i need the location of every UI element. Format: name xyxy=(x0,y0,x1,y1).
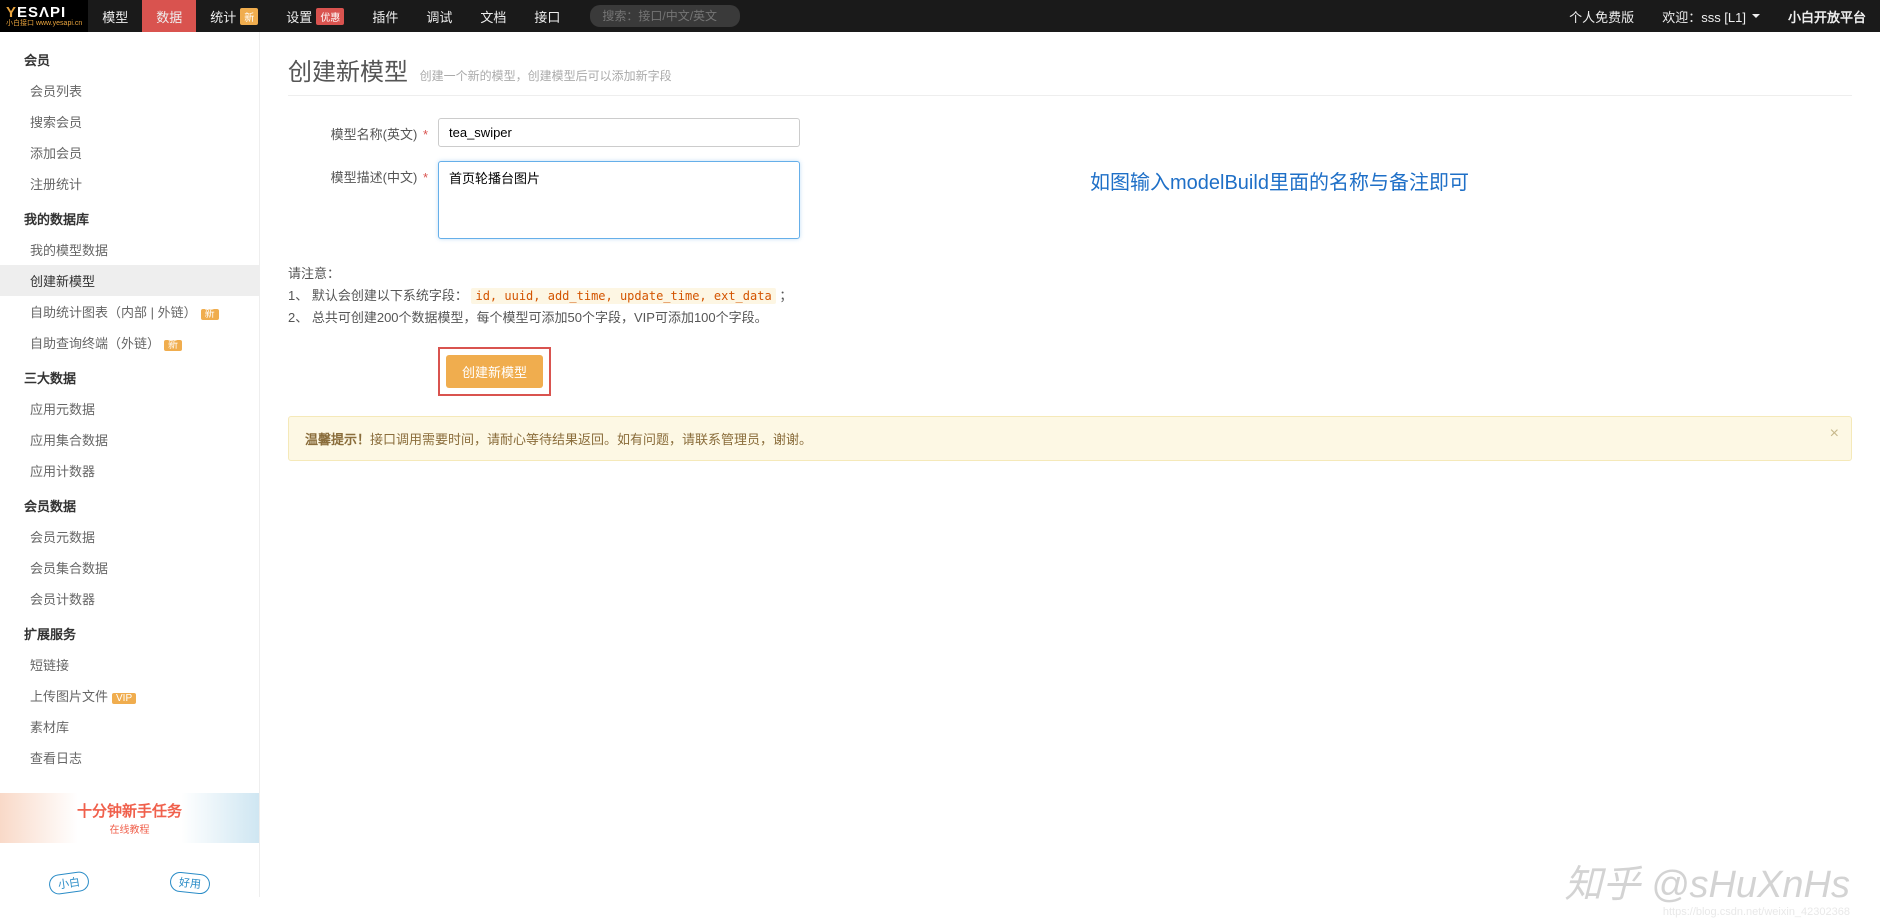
sidebar-item[interactable]: 应用元数据 xyxy=(0,393,259,424)
sidebar-group-title: 我的数据库 xyxy=(0,199,259,234)
page-subtitle: 创建一个新的模型，创建模型后可以添加新字段 xyxy=(420,69,672,83)
page-title: 创建新模型 xyxy=(288,52,408,87)
notes-line1: 1、 默认会创建以下系统字段： id, uuid, add_time, upda… xyxy=(288,285,1852,307)
logo-text-highlight: Y xyxy=(6,4,17,21)
sidebar-item[interactable]: 搜索会员 xyxy=(0,106,259,137)
sidebar-item[interactable]: 自助统计图表（内部 | 外链）新 xyxy=(0,296,259,327)
nav-item-3[interactable]: 设置优惠 xyxy=(272,0,358,32)
badge-new: 新 xyxy=(164,340,182,351)
alert-strong: 温馨提示！ xyxy=(305,432,370,447)
sidebar-item[interactable]: 注册统计 xyxy=(0,168,259,199)
main-content: 创建新模型 创建一个新的模型，创建模型后可以添加新字段 模型名称(英文) * 模… xyxy=(260,32,1880,897)
sidebar-item[interactable]: 短链接 xyxy=(0,649,259,680)
sidebar-group-title: 会员 xyxy=(0,40,259,75)
notes-code: id, uuid, add_time, update_time, ext_dat… xyxy=(471,288,775,304)
notes-block: 请注意： 1、 默认会创建以下系统字段： id, uuid, add_time,… xyxy=(288,263,1852,329)
watermark-url: https://blog.csdn.net/weixin_42302368 xyxy=(1663,906,1850,918)
nav-welcome[interactable]: 欢迎：sss [L1] xyxy=(1648,0,1774,32)
nav-item-6[interactable]: 文档 xyxy=(466,0,520,32)
model-name-label: 模型名称(英文) * xyxy=(288,118,438,143)
nav-item-4[interactable]: 插件 xyxy=(358,0,412,32)
sidebar-banner-newbie[interactable]: 十分钟新手任务在线教程 xyxy=(0,793,259,843)
nav-items: 模型数据统计新设置优惠插件调试文档接口 xyxy=(88,0,574,32)
sidebar-item[interactable]: 自助查询终端（外链）新 xyxy=(0,327,259,358)
notes-head: 请注意： xyxy=(288,263,1852,285)
nav-free-version[interactable]: 个人免费版 xyxy=(1555,0,1648,32)
create-model-button[interactable]: 创建新模型 xyxy=(446,355,543,388)
logo[interactable]: YESΛPI 小白接口 www.yesapi.cn xyxy=(0,0,88,32)
form-row-name: 模型名称(英文) * xyxy=(288,118,1852,147)
model-desc-textarea[interactable]: 首页轮播台图片 xyxy=(438,161,800,239)
sidebar-item[interactable]: 会员计数器 xyxy=(0,583,259,614)
submit-row: 创建新模型 xyxy=(438,347,1852,396)
nav-item-2[interactable]: 统计新 xyxy=(196,0,272,32)
logo-subtext: 小白接口 www.yesapi.cn xyxy=(6,20,82,27)
close-icon[interactable]: × xyxy=(1830,425,1839,443)
badge-new: 新 xyxy=(240,8,258,25)
search-input[interactable] xyxy=(590,5,740,27)
badge-deal: 优惠 xyxy=(316,8,344,25)
sidebar-item[interactable]: 素材库 xyxy=(0,711,259,742)
page-header: 创建新模型 创建一个新的模型，创建模型后可以添加新字段 xyxy=(288,52,1852,96)
alert-text: 接口调用需要时间，请耐心等待结果返回。如有问题，请联系管理员，谢谢。 xyxy=(370,432,812,447)
nav-item-0[interactable]: 模型 xyxy=(88,0,142,32)
nav-item-7[interactable]: 接口 xyxy=(520,0,574,32)
sidebar-item[interactable]: 查看日志 xyxy=(0,742,259,773)
logo-text-rest: ESΛPI xyxy=(17,4,66,21)
search-box xyxy=(590,5,740,27)
sidebar-item[interactable]: 会员集合数据 xyxy=(0,552,259,583)
nav-item-1[interactable]: 数据 xyxy=(142,0,196,32)
sidebar-item[interactable]: 应用集合数据 xyxy=(0,424,259,455)
sidebar-item[interactable]: 添加会员 xyxy=(0,137,259,168)
alert-box: 温馨提示！接口调用需要时间，请耐心等待结果返回。如有问题，请联系管理员，谢谢。 … xyxy=(288,416,1852,461)
caret-down-icon xyxy=(1752,14,1760,18)
sidebar-banner-chips[interactable]: 小白好用 xyxy=(0,843,259,897)
badge-vip: VIP xyxy=(112,693,136,704)
nav-item-5[interactable]: 调试 xyxy=(412,0,466,32)
badge-new: 新 xyxy=(201,309,219,320)
sidebar-item[interactable]: 会员列表 xyxy=(0,75,259,106)
notes-line2: 2、 总共可创建200个数据模型，每个模型可添加50个字段，VIP可添加100个… xyxy=(288,307,1852,329)
nav-right: 个人免费版 欢迎：sss [L1] 小白开放平台 xyxy=(1555,0,1880,32)
sidebar-group-title: 扩展服务 xyxy=(0,614,259,649)
sidebar: 会员会员列表搜索会员添加会员注册统计我的数据库我的模型数据创建新模型自助统计图表… xyxy=(0,32,260,897)
sidebar-item[interactable]: 我的模型数据 xyxy=(0,234,259,265)
top-nav: YESΛPI 小白接口 www.yesapi.cn 模型数据统计新设置优惠插件调… xyxy=(0,0,1880,32)
model-name-input[interactable] xyxy=(438,118,800,147)
sidebar-item[interactable]: 应用计数器 xyxy=(0,455,259,486)
form-row-desc: 模型描述(中文) * 首页轮播台图片 xyxy=(288,161,1852,239)
sidebar-group-title: 三大数据 xyxy=(0,358,259,393)
sidebar-item[interactable]: 会员元数据 xyxy=(0,521,259,552)
sidebar-item[interactable]: 上传图片文件VIP xyxy=(0,680,259,711)
submit-highlight-box: 创建新模型 xyxy=(438,347,551,396)
nav-platform[interactable]: 小白开放平台 xyxy=(1774,0,1880,32)
model-desc-label: 模型描述(中文) * xyxy=(288,161,438,186)
sidebar-item[interactable]: 创建新模型 xyxy=(0,265,259,296)
sidebar-group-title: 会员数据 xyxy=(0,486,259,521)
annotation-text: 如图输入modelBuild里面的名称与备注即可 xyxy=(1090,166,1469,195)
